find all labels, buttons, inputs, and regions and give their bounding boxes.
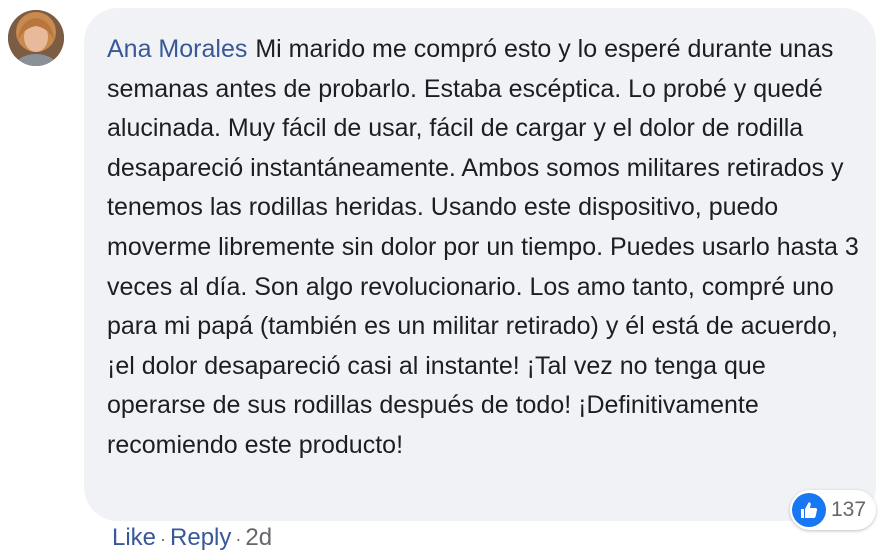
separator-dot: · <box>235 529 242 549</box>
comment-body: Mi marido me compró esto y lo esperé dur… <box>107 35 859 459</box>
avatar-image <box>8 10 64 66</box>
avatar[interactable] <box>8 10 64 66</box>
comment-text: Ana Morales Mi marido me compró esto y lo… <box>107 30 867 466</box>
reply-button[interactable]: Reply <box>170 524 231 551</box>
comment-bubble: Ana Morales Mi marido me compró esto y lo… <box>84 8 876 521</box>
thumbs-up-icon <box>792 493 826 527</box>
comment: Ana Morales Mi marido me compró esto y lo… <box>0 0 884 558</box>
author-name[interactable]: Ana Morales <box>107 35 247 63</box>
comment-actions: Like · Reply · 2d <box>112 522 272 555</box>
reactions-badge[interactable]: 137 <box>790 490 877 530</box>
like-button[interactable]: Like <box>112 524 156 551</box>
separator-dot: · <box>160 529 167 549</box>
timestamp[interactable]: 2d <box>245 524 272 551</box>
reaction-count: 137 <box>831 498 867 521</box>
